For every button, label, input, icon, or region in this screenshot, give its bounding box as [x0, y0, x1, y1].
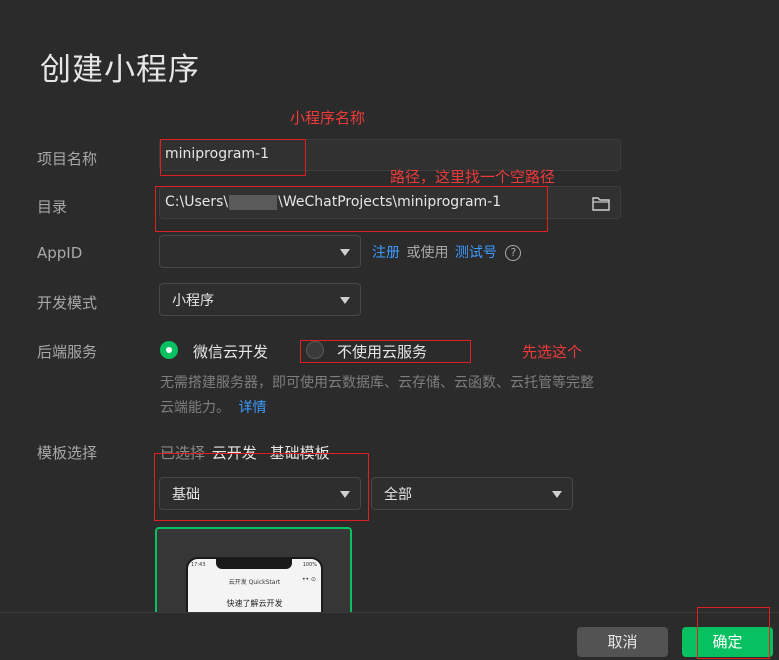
- backend-description-line2: 云端能力。 详情: [160, 397, 266, 417]
- chevron-down-icon: [340, 248, 350, 256]
- template-label: 模板选择: [37, 444, 98, 462]
- test-account-link[interactable]: 测试号: [455, 245, 497, 261]
- appid-select[interactable]: [159, 235, 361, 268]
- directory-label: 目录: [37, 198, 68, 216]
- annotation-box-confirm: [697, 607, 770, 659]
- phone-battery: 100%: [302, 562, 317, 568]
- annotation-name: 小程序名称: [290, 109, 366, 127]
- annotation-box-template: [154, 453, 369, 521]
- annotation-box-path: [155, 186, 548, 232]
- project-name-label: 项目名称: [37, 150, 98, 168]
- backend-description: 无需搭建服务器，即可使用云数据库、云存储、云函数、云托管等完整: [160, 375, 594, 391]
- chevron-down-icon: [340, 296, 350, 304]
- annotation-box-name: [160, 139, 306, 176]
- template-filter-select[interactable]: 全部: [371, 477, 573, 510]
- register-link[interactable]: 注册: [372, 245, 400, 261]
- devmode-value: 小程序: [172, 292, 214, 309]
- appid-label: AppID: [37, 244, 83, 262]
- help-icon[interactable]: ?: [505, 245, 522, 261]
- annotation-choose: 先选这个: [522, 343, 583, 361]
- phone-time: 17:43: [191, 562, 206, 568]
- page-title: 创建小程序: [40, 52, 200, 88]
- capsule-icon: •• ⊙: [301, 576, 316, 583]
- appid-links: 注册 或使用 测试号 ?: [372, 242, 522, 262]
- annotation-box-no-cloud: [300, 340, 471, 363]
- devmode-select[interactable]: 小程序: [159, 283, 361, 316]
- phone-heading: 快速了解云开发: [226, 599, 283, 608]
- devmode-label: 开发模式: [37, 294, 98, 312]
- backend-label: 后端服务: [37, 343, 98, 361]
- backend-description-end: 云端能力。: [160, 400, 230, 416]
- cancel-button[interactable]: 取消: [577, 627, 668, 657]
- folder-icon[interactable]: [592, 195, 610, 215]
- or-use-text: 或使用: [406, 245, 449, 261]
- details-link[interactable]: 详情: [238, 400, 266, 416]
- phone-notch: [216, 559, 292, 569]
- annotation-path: 路径，这里找一个空路径: [390, 168, 556, 186]
- template-filter-value: 全部: [384, 486, 412, 503]
- chevron-down-icon: [552, 490, 562, 498]
- radio-cloud-dev[interactable]: [160, 341, 178, 359]
- radio-cloud-dev-label[interactable]: 微信云开发: [193, 341, 268, 362]
